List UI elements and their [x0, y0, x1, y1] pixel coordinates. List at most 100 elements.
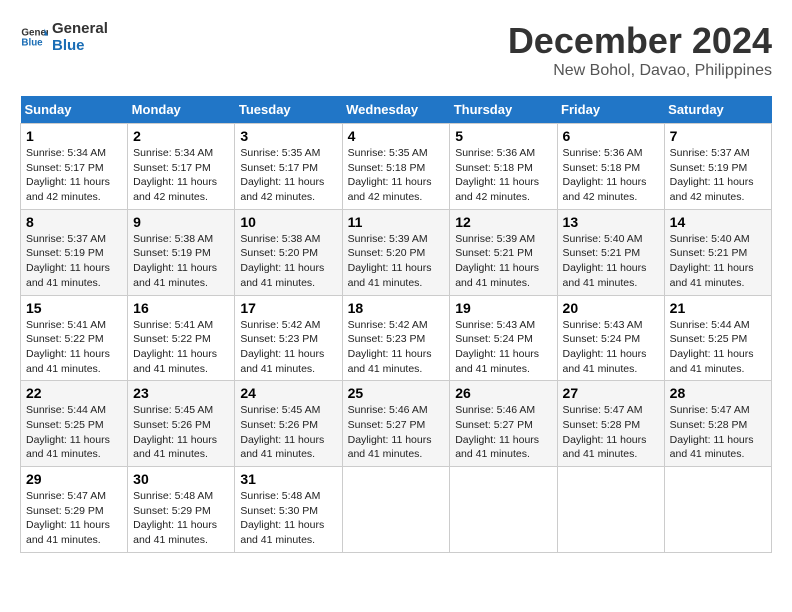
calendar-cell: 25Sunrise: 5:46 AM Sunset: 5:27 PM Dayli… [342, 381, 450, 467]
weekday-header-friday: Friday [557, 96, 664, 124]
calendar-cell: 4Sunrise: 5:35 AM Sunset: 5:18 PM Daylig… [342, 124, 450, 210]
calendar-cell: 18 Sunrise: 5:42 AM Sunset: 5:23 PM Dayli… [342, 295, 450, 381]
logo-icon: General Blue [20, 23, 48, 51]
day-info: Sunrise: 5:46 AM Sunset: 5:27 PM Dayligh… [348, 403, 445, 462]
day-info: Sunrise: 5:43 AM Sunset: 5:24 PM Dayligh… [563, 318, 659, 377]
calendar-week-3: 15Sunrise: 5:41 AM Sunset: 5:22 PM Dayli… [21, 295, 772, 381]
day-number: 18 [348, 300, 445, 316]
day-info: Sunrise: 5:46 AM Sunset: 5:27 PM Dayligh… [455, 403, 551, 462]
day-info: Sunrise: 5:38 AM Sunset: 5:19 PM Dayligh… [133, 232, 229, 291]
calendar-cell: 16Sunrise: 5:41 AM Sunset: 5:22 PM Dayli… [128, 295, 235, 381]
day-number: 5 [455, 128, 551, 144]
calendar-cell: 5Sunrise: 5:36 AM Sunset: 5:18 PM Daylig… [450, 124, 557, 210]
day-info: Sunrise: 5:42 AM Sunset: 5:23 PM Dayligh… [348, 318, 445, 377]
day-info: Sunrise: 5:44 AM Sunset: 5:25 PM Dayligh… [670, 318, 766, 377]
calendar-cell: 19Sunrise: 5:43 AM Sunset: 5:24 PM Dayli… [450, 295, 557, 381]
day-number: 10 [240, 214, 336, 230]
calendar-cell: 6 Sunrise: 5:36 AM Sunset: 5:18 PM Daylig… [557, 124, 664, 210]
calendar-cell: 23 Sunrise: 5:45 AM Sunset: 5:26 PM Dayli… [128, 381, 235, 467]
day-info: Sunrise: 5:47 AM Sunset: 5:28 PM Dayligh… [563, 403, 659, 462]
day-number: 16 [133, 300, 229, 316]
calendar-cell: 31 Sunrise: 5:48 AM Sunset: 5:30 PM Dayli… [235, 467, 342, 553]
calendar-cell: 13 Sunrise: 5:40 AM Sunset: 5:21 PM Dayli… [557, 209, 664, 295]
calendar-cell: 28 Sunrise: 5:47 AM Sunset: 5:28 PM Dayli… [664, 381, 771, 467]
day-number: 14 [670, 214, 766, 230]
calendar-cell: 30 Sunrise: 5:48 AM Sunset: 5:29 PM Dayli… [128, 467, 235, 553]
day-number: 17 [240, 300, 336, 316]
day-number: 13 [563, 214, 659, 230]
calendar-header-row: SundayMondayTuesdayWednesdayThursdayFrid… [21, 96, 772, 124]
calendar-cell: 14 Sunrise: 5:40 AM Sunset: 5:21 PM Dayli… [664, 209, 771, 295]
day-info: Sunrise: 5:42 AM Sunset: 5:23 PM Dayligh… [240, 318, 336, 377]
day-number: 9 [133, 214, 229, 230]
calendar-cell: 10 Sunrise: 5:38 AM Sunset: 5:20 PM Dayli… [235, 209, 342, 295]
calendar-cell [664, 467, 771, 553]
day-info: Sunrise: 5:47 AM Sunset: 5:28 PM Dayligh… [670, 403, 766, 462]
svg-text:Blue: Blue [21, 37, 43, 48]
calendar-week-4: 22 Sunrise: 5:44 AM Sunset: 5:25 PM Dayli… [21, 381, 772, 467]
day-info: Sunrise: 5:37 AM Sunset: 5:19 PM Dayligh… [26, 232, 122, 291]
weekday-header-thursday: Thursday [450, 96, 557, 124]
day-info: Sunrise: 5:48 AM Sunset: 5:30 PM Dayligh… [240, 489, 336, 548]
day-info: Sunrise: 5:35 AM Sunset: 5:17 PM Dayligh… [240, 146, 336, 205]
day-info: Sunrise: 5:45 AM Sunset: 5:26 PM Dayligh… [133, 403, 229, 462]
day-info: Sunrise: 5:44 AM Sunset: 5:25 PM Dayligh… [26, 403, 122, 462]
calendar-cell: 20 Sunrise: 5:43 AM Sunset: 5:24 PM Dayli… [557, 295, 664, 381]
day-number: 23 [133, 385, 229, 401]
day-info: Sunrise: 5:41 AM Sunset: 5:22 PM Dayligh… [26, 318, 122, 377]
page-title: December 2024 [508, 20, 772, 62]
calendar-cell: 15Sunrise: 5:41 AM Sunset: 5:22 PM Dayli… [21, 295, 128, 381]
calendar-cell: 1Sunrise: 5:34 AM Sunset: 5:17 PM Daylig… [21, 124, 128, 210]
day-number: 30 [133, 471, 229, 487]
title-section: December 2024 New Bohol, Davao, Philippi… [508, 20, 772, 80]
calendar-cell [557, 467, 664, 553]
day-info: Sunrise: 5:47 AM Sunset: 5:29 PM Dayligh… [26, 489, 122, 548]
calendar-week-5: 29 Sunrise: 5:47 AM Sunset: 5:29 PM Dayli… [21, 467, 772, 553]
day-info: Sunrise: 5:34 AM Sunset: 5:17 PM Dayligh… [26, 146, 122, 205]
calendar-table: SundayMondayTuesdayWednesdayThursdayFrid… [20, 96, 772, 553]
day-number: 31 [240, 471, 336, 487]
day-number: 28 [670, 385, 766, 401]
day-info: Sunrise: 5:36 AM Sunset: 5:18 PM Dayligh… [563, 146, 659, 205]
calendar-cell: 27 Sunrise: 5:47 AM Sunset: 5:28 PM Dayli… [557, 381, 664, 467]
day-info: Sunrise: 5:39 AM Sunset: 5:21 PM Dayligh… [455, 232, 551, 291]
day-number: 6 [563, 128, 659, 144]
calendar-cell: 22 Sunrise: 5:44 AM Sunset: 5:25 PM Dayli… [21, 381, 128, 467]
day-info: Sunrise: 5:38 AM Sunset: 5:20 PM Dayligh… [240, 232, 336, 291]
day-number: 12 [455, 214, 551, 230]
day-info: Sunrise: 5:34 AM Sunset: 5:17 PM Dayligh… [133, 146, 229, 205]
calendar-week-2: 8 Sunrise: 5:37 AM Sunset: 5:19 PM Daylig… [21, 209, 772, 295]
calendar-cell: 8 Sunrise: 5:37 AM Sunset: 5:19 PM Daylig… [21, 209, 128, 295]
calendar-cell: 26 Sunrise: 5:46 AM Sunset: 5:27 PM Dayli… [450, 381, 557, 467]
weekday-header-sunday: Sunday [21, 96, 128, 124]
day-number: 21 [670, 300, 766, 316]
day-info: Sunrise: 5:39 AM Sunset: 5:20 PM Dayligh… [348, 232, 445, 291]
logo-blue: Blue [52, 37, 108, 54]
calendar-cell: 7Sunrise: 5:37 AM Sunset: 5:19 PM Daylig… [664, 124, 771, 210]
calendar-cell: 24 Sunrise: 5:45 AM Sunset: 5:26 PM Dayli… [235, 381, 342, 467]
day-info: Sunrise: 5:40 AM Sunset: 5:21 PM Dayligh… [670, 232, 766, 291]
calendar-cell: 12 Sunrise: 5:39 AM Sunset: 5:21 PM Dayli… [450, 209, 557, 295]
day-number: 29 [26, 471, 122, 487]
day-number: 26 [455, 385, 551, 401]
day-number: 27 [563, 385, 659, 401]
day-number: 24 [240, 385, 336, 401]
header: General Blue General Blue December 2024 … [20, 20, 772, 80]
calendar-cell: 21 Sunrise: 5:44 AM Sunset: 5:25 PM Dayli… [664, 295, 771, 381]
day-info: Sunrise: 5:48 AM Sunset: 5:29 PM Dayligh… [133, 489, 229, 548]
logo: General Blue General Blue [20, 20, 108, 54]
day-info: Sunrise: 5:45 AM Sunset: 5:26 PM Dayligh… [240, 403, 336, 462]
day-number: 20 [563, 300, 659, 316]
calendar-cell [450, 467, 557, 553]
day-number: 8 [26, 214, 122, 230]
day-number: 22 [26, 385, 122, 401]
weekday-header-monday: Monday [128, 96, 235, 124]
logo-general: General [52, 20, 108, 37]
day-info: Sunrise: 5:40 AM Sunset: 5:21 PM Dayligh… [563, 232, 659, 291]
calendar-cell: 17 Sunrise: 5:42 AM Sunset: 5:23 PM Dayli… [235, 295, 342, 381]
day-number: 4 [348, 128, 445, 144]
day-number: 7 [670, 128, 766, 144]
day-number: 2 [133, 128, 229, 144]
weekday-header-wednesday: Wednesday [342, 96, 450, 124]
day-info: Sunrise: 5:43 AM Sunset: 5:24 PM Dayligh… [455, 318, 551, 377]
